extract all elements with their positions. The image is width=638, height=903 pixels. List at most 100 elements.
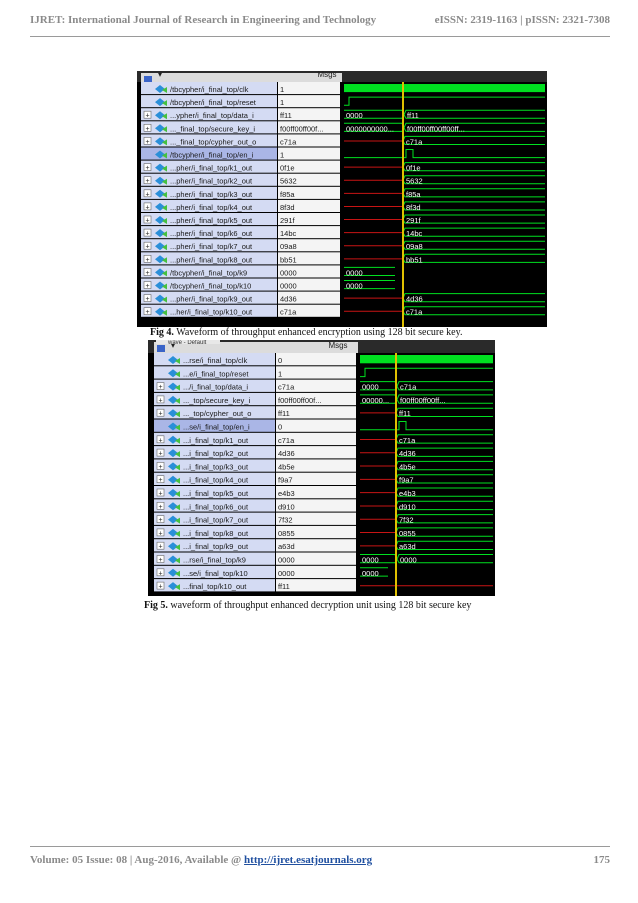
fig5-signal-value: 4b5e (278, 462, 295, 471)
fig4-bus-value: 14bc (406, 229, 423, 238)
fig5-signal-name: ...i_final_top/k7_out (183, 516, 249, 525)
fig4-value-cell (278, 82, 340, 95)
fig5-bus-value: 7f32 (399, 516, 414, 525)
fig4-plus-icon: + (145, 270, 149, 277)
fig5-signal-name: ...i_final_top/k4_out (183, 476, 249, 485)
fig5-plus-icon: + (158, 544, 162, 551)
fig5-signal-value: 0000 (278, 556, 295, 565)
fig5-signal-name: ...i_final_top/k1_out (183, 436, 249, 445)
fig4-plus-icon: + (145, 309, 149, 316)
fig5-signal-name: ...i_final_top/k8_out (183, 529, 249, 538)
fig5-signal-name: ..._top/cypher_out_o (183, 409, 251, 418)
fig5-bus-value: 4d36 (399, 449, 416, 458)
fig5-signal-value: ff11 (278, 409, 290, 418)
fig5-bus-value: 0000 (400, 556, 417, 565)
fig5-plus-icon: + (158, 570, 162, 577)
fig5-signal-name: ...i_final_top/k3_out (183, 462, 249, 471)
fig5-caption-text: waveform of throughput enhanced decrypti… (167, 600, 472, 611)
fig4-signal-name: ..._final_top/secure_key_i (170, 124, 255, 133)
fig4-signal-value: 0000 (280, 268, 297, 277)
fig4-signal-name: ...pher/i_final_top/k5_out (170, 216, 253, 225)
fig4-signal-name: ...pher/i_final_top/k7_out (170, 242, 253, 251)
fig4-bus-value: 291f (406, 216, 422, 225)
fig4-caption-label: Fig 4. (150, 327, 174, 338)
fig4-signal-name: ..._final_top/cypher_out_o (170, 137, 256, 146)
fig5-signal-value: ff11 (278, 582, 290, 591)
fig4-waveform-window[interactable]: Msgs ▾ /tbcypher/i_final_top/clk 1/tbcypher… (137, 71, 547, 327)
fig5-tool-icon[interactable] (157, 345, 165, 352)
fig5-bus-value: c71a (400, 383, 417, 392)
fig4-signal-name: ...pher/i_final_top/k9_out (170, 295, 253, 304)
fig5-signal-name: ..._top/secure_key_i (183, 396, 250, 405)
fig5-signal-name: ...i_final_top/k5_out (183, 489, 249, 498)
page-header: IJRET: International Journal of Research… (30, 14, 610, 30)
fig5-signal-value: 0000 (278, 569, 295, 578)
fig4-bus-value: 0f1e (406, 164, 421, 173)
fig5-bus-value: 0855 (399, 529, 416, 538)
fig4-signal-name: ...her/i_final_top/k10_out (170, 308, 253, 317)
fig5-signal-value: f00ff00ff00f... (278, 396, 322, 405)
fig4-plus-icon: + (145, 257, 149, 264)
fig4-bus-value: 09a8 (406, 242, 423, 251)
fig4-header-bar (141, 73, 342, 82)
fig4-signal-value: 1 (280, 85, 284, 94)
fig5-signal-value: 0855 (278, 529, 295, 538)
fig4-signal-value: 1 (280, 98, 284, 107)
fig5-value-cell (276, 366, 356, 379)
fig5-value-cell (276, 419, 356, 432)
fig5-signal-name: ...final_top/k10_out (183, 582, 247, 591)
fig4-signal-value: c71a (280, 137, 297, 146)
fig4-signal-value: bb51 (280, 255, 297, 264)
fig4-plus-icon: + (145, 204, 149, 211)
fig5-signal-value: 1 (278, 369, 282, 378)
fig5-signal-name: ...se/i_final_top/k10 (183, 569, 248, 578)
fig4-wave-svg: Msgs ▾ /tbcypher/i_final_top/clk 1/tbcypher… (137, 71, 547, 327)
fig5-bus-value: 0000 (362, 569, 379, 578)
fig5-plus-icon: + (158, 411, 162, 418)
fig5-caption-label: Fig 5. (144, 600, 168, 611)
fig4-bus-value: 0000 (346, 268, 363, 277)
fig5-bus-value: d910 (399, 502, 416, 511)
fig5-signal-value: 4d36 (278, 449, 295, 458)
fig5-signal-name: ...rse/i_final_top/k9 (183, 556, 246, 565)
fig4-signal-name: ...pher/i_final_top/k8_out (170, 255, 253, 264)
fig5-bus-value: 0000 (362, 556, 379, 565)
fig4-bus-value: ff11 (407, 111, 419, 120)
fig4-signal-value: c71a (280, 308, 297, 317)
fig5-signal-value: a63d (278, 542, 295, 551)
fig4-bus-value: f85a (406, 190, 421, 199)
fig5-waveform-window[interactable]: Msgs ▾ wave - Default ...rse/i_final_top/cl… (148, 340, 495, 596)
footer-link[interactable]: http://ijret.esatjournals.org (244, 854, 372, 866)
issn-text: eISSN: 2319-1163 | pISSN: 2321-7308 (434, 14, 610, 26)
fig5-signal-name: ...se/i_final_top/en_i (183, 423, 250, 432)
journal-name: IJRET: International Journal of Research… (30, 14, 377, 26)
fig4-bus-value: bb51 (406, 255, 423, 264)
footer-rule (30, 846, 610, 847)
fig5-signal-value: e4b3 (278, 489, 295, 498)
fig4-plus-icon: + (145, 296, 149, 303)
fig4-caption-text: Waveform of throughput enhanced encrypti… (173, 327, 463, 338)
fig4-signal-value: 1 (280, 151, 284, 160)
fig4-value-cell (278, 147, 340, 160)
fig5-bus-value: 0000 (362, 383, 379, 392)
page-footer: Volume: 05 Issue: 08 | Aug-2016, Availab… (30, 854, 610, 870)
fig5-plus-icon: + (158, 530, 162, 537)
fig4-signal-value: 14bc (280, 229, 297, 238)
fig4-signal-name: /tbcypher/i_final_top/k10 (170, 282, 251, 291)
fig5-plus-icon: + (158, 477, 162, 484)
fig5-wave-svg: Msgs▾wave - Default...rse/i_final_top/cl… (148, 340, 495, 596)
fig4-signal-name: /tbcypher/i_final_top/clk (170, 85, 249, 94)
fig5-window-title: wave - Default (167, 340, 207, 346)
fig4-signal-name: ...pher/i_final_top/k4_out (170, 203, 253, 212)
fig4-signal-value: f00ff00ff00f... (280, 124, 324, 133)
fig5-plus-icon: + (158, 397, 162, 404)
fig5-plus-icon: + (158, 464, 162, 471)
fig4-bus-value: c71a (406, 137, 423, 146)
fig5-bus-value: a63d (399, 542, 416, 551)
fig4-plus-icon: + (145, 218, 149, 225)
fig5-plus-icon: + (158, 451, 162, 458)
fig4-msgs-label: Msgs (317, 71, 336, 79)
fig4-tool-icon[interactable] (144, 76, 152, 83)
fig4-caption: Fig 4. Waveform of throughput enhanced e… (150, 327, 462, 338)
fig4-signal-name: ...pher/i_final_top/k1_out (170, 164, 253, 173)
